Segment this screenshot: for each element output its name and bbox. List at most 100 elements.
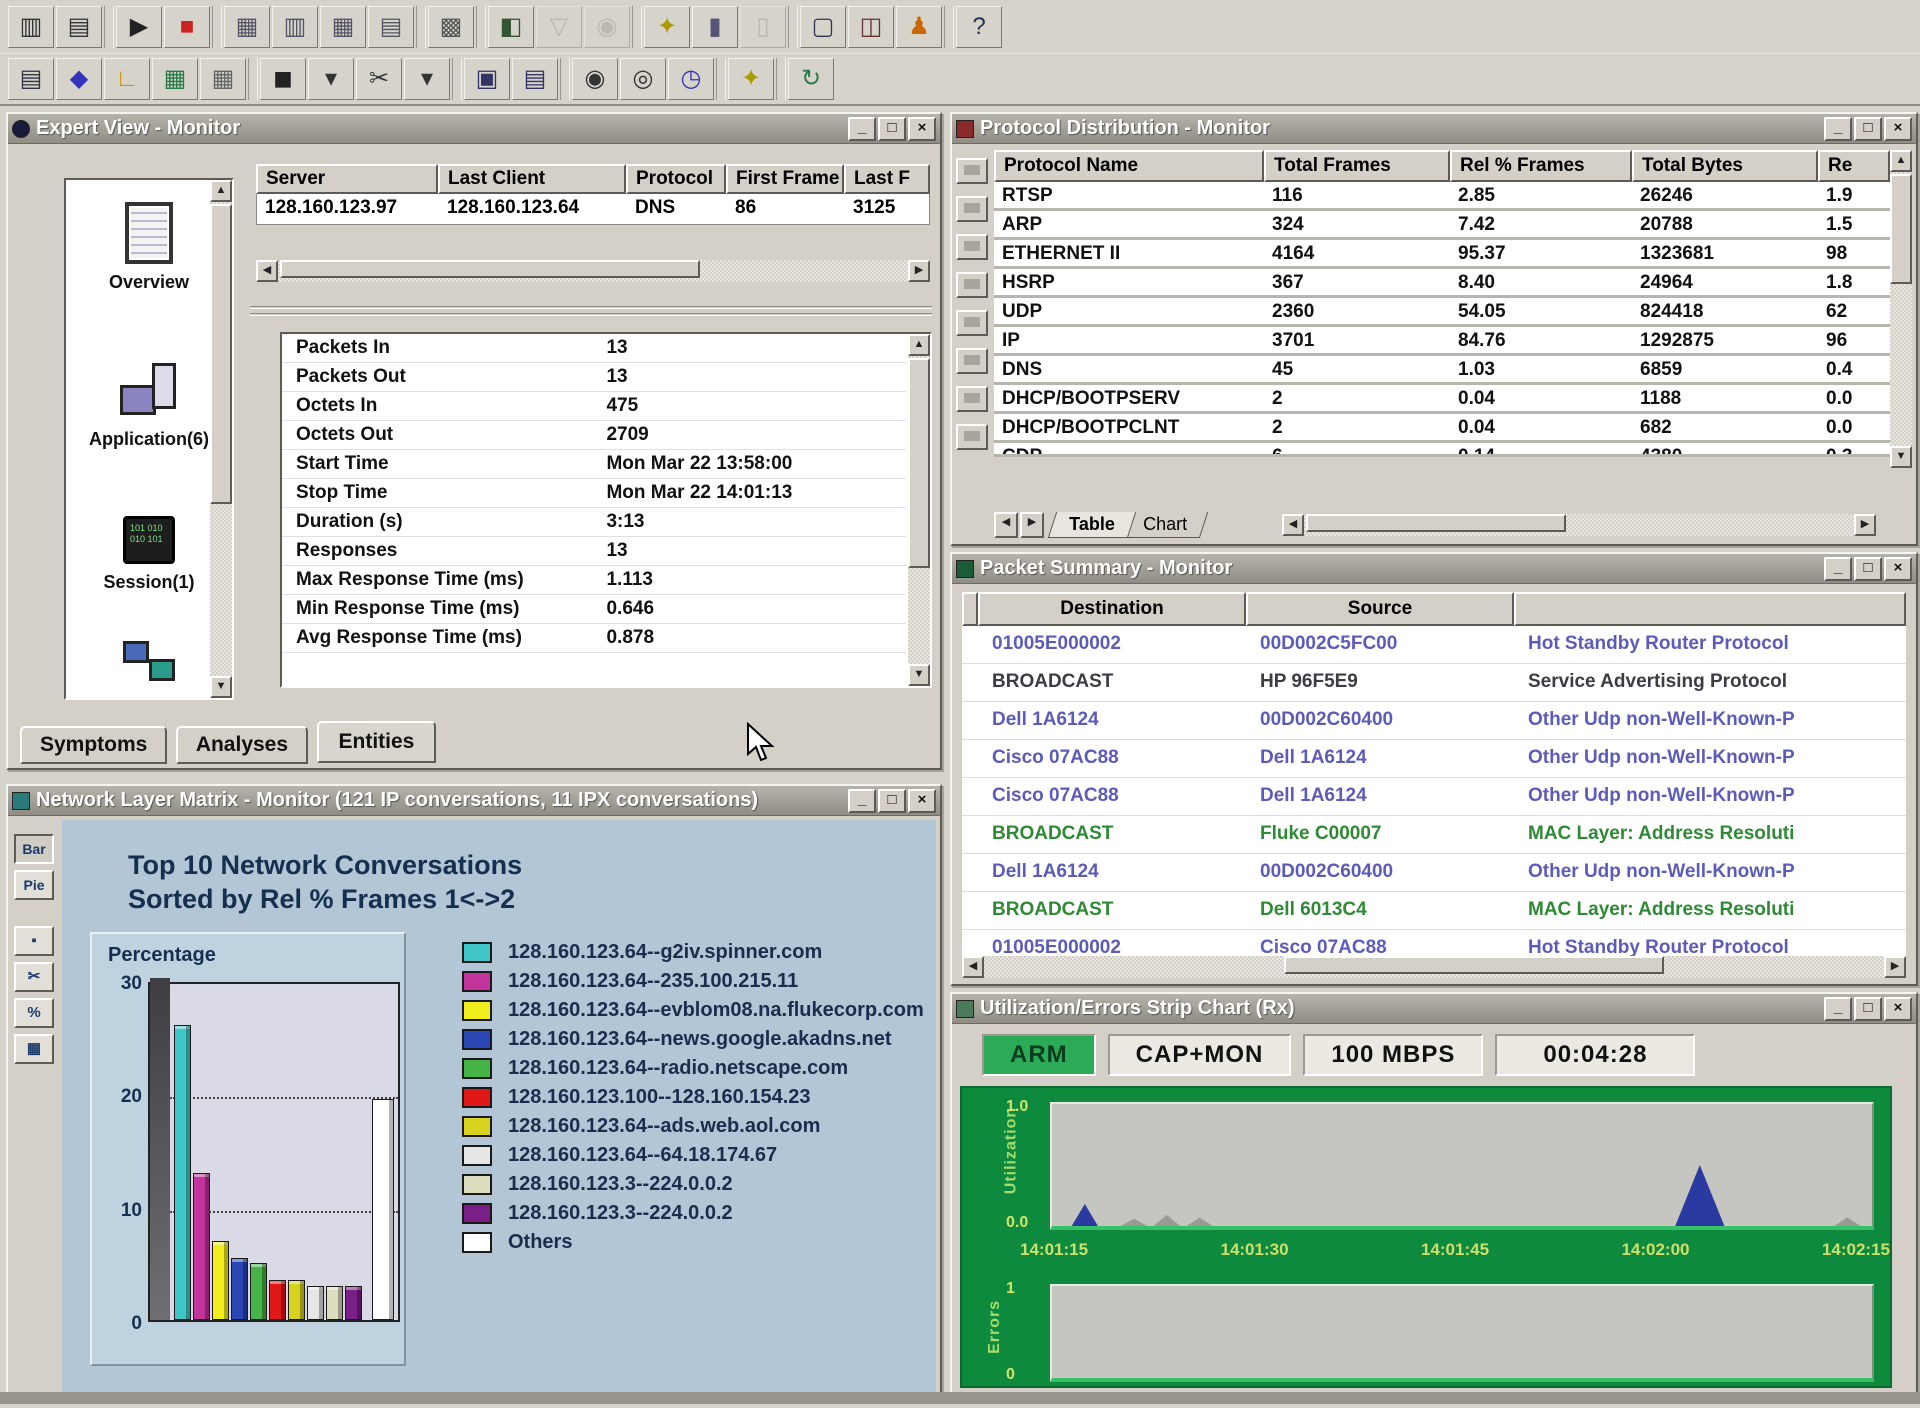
col-destination[interactable]: Destination [978, 592, 1246, 626]
table-row[interactable]: UDP236054.0582441862 [994, 298, 1890, 327]
capture-filter-button[interactable]: ◧ [488, 6, 534, 48]
table-row[interactable]: 128.160.123.97 128.160.123.64 DNS 86 312… [256, 194, 930, 225]
scroll-down-icon[interactable]: ▼ [210, 676, 232, 698]
col-rel-frames[interactable]: Rel % Frames [1450, 150, 1632, 182]
packet-hscroll[interactable]: ◀ ▶ [962, 956, 1906, 978]
module-transmit-button[interactable]: ▦ [320, 6, 366, 48]
network-matrix-titlebar[interactable]: Network Layer Matrix - Monitor (121 IP c… [8, 786, 940, 816]
table-row[interactable]: Cisco 07AC88Dell 1A6124Other Udp non-Wel… [962, 778, 1906, 816]
sort-button[interactable]: % [14, 998, 54, 1028]
bar-chart-button[interactable]: Bar [14, 834, 54, 864]
grid-button[interactable]: ▦ [14, 1034, 54, 1064]
table-row[interactable]: RTSP1162.85262461.9 [994, 182, 1890, 211]
log-button[interactable]: ▤ [8, 58, 54, 100]
layer-filter-button[interactable] [956, 386, 988, 412]
tile-windows-button[interactable]: ▣ [464, 58, 510, 100]
stop-button[interactable]: ■ [164, 6, 210, 48]
maximize-button[interactable]: □ [1854, 117, 1882, 141]
protocol-table-header[interactable]: Protocol Name Total Frames Rel % Frames … [994, 150, 1890, 182]
stat-row[interactable]: Min Response Time (ms)0.646 [282, 595, 906, 624]
key-button[interactable]: ✦ [644, 6, 690, 48]
tab-scroll-left-icon[interactable]: ◀ [994, 512, 1018, 538]
chart-button[interactable]: ◫ [848, 6, 894, 48]
table-row[interactable]: BROADCASTFluke C00007MAC Layer: Address … [962, 816, 1906, 854]
stat-row[interactable]: Responses13 [282, 537, 906, 566]
scroll-left-icon[interactable]: ◀ [256, 260, 278, 282]
start-button[interactable]: ▶ [116, 6, 162, 48]
table-row[interactable]: Dell 1A612400D002C60400Other Udp non-Wel… [962, 702, 1906, 740]
nav-item-session[interactable]: 101 010010 101 Session(1) [66, 516, 232, 593]
print-button[interactable]: ▤ [56, 6, 102, 48]
layer-filter-button[interactable] [956, 196, 988, 222]
col-source[interactable]: Source [1246, 592, 1514, 626]
scroll-up-icon[interactable]: ▲ [908, 334, 930, 356]
pie-chart-button[interactable]: Pie [14, 870, 54, 900]
table-view-button[interactable]: ▦ [152, 58, 198, 100]
nav-item-hosts[interactable] [66, 641, 232, 681]
table-row[interactable]: BROADCASTHP 96F5E9Service Advertising Pr… [962, 664, 1906, 702]
scroll-down-icon[interactable]: ▼ [908, 664, 930, 686]
refresh-button[interactable]: ↻ [788, 58, 834, 100]
scroll-right-icon[interactable]: ▶ [908, 260, 930, 282]
tab-analyses[interactable]: Analyses [176, 726, 308, 764]
new-window-button[interactable]: ▢ [800, 6, 846, 48]
module-remote-button[interactable]: ▤ [368, 6, 414, 48]
chart-axes-button[interactable]: ∟ [104, 58, 150, 100]
stat-row[interactable]: Stop TimeMon Mar 22 14:01:13 [282, 479, 906, 508]
zoom-in-button[interactable]: ◉ [572, 58, 618, 100]
close-button[interactable]: × [1884, 557, 1912, 581]
layer-filter-button[interactable] [956, 424, 988, 450]
window-list-button[interactable]: ▤ [512, 58, 558, 100]
save-button[interactable]: ▥ [8, 6, 54, 48]
scroll-thumb[interactable] [1306, 514, 1566, 532]
tools-button[interactable]: ▯ [740, 6, 786, 48]
packet-table-header[interactable]: Destination Source [962, 592, 1906, 626]
minimize-button[interactable]: _ [1824, 117, 1852, 141]
nav-item-application[interactable]: Application(6) [66, 363, 232, 450]
col-first-frame[interactable]: First Frame [726, 164, 844, 194]
stat-row[interactable]: Start TimeMon Mar 22 13:58:00 [282, 450, 906, 479]
minimize-button[interactable]: _ [1824, 997, 1852, 1021]
table-row[interactable]: Cisco 07AC88Dell 1A6124Other Udp non-Wel… [962, 740, 1906, 778]
col-info[interactable] [1514, 592, 1906, 626]
cut-button[interactable]: ✂ [356, 58, 402, 100]
maximize-button[interactable]: □ [1854, 997, 1882, 1021]
layer-filter-button[interactable] [956, 310, 988, 336]
col-rel-bytes[interactable]: Re [1818, 150, 1890, 182]
col-total-frames[interactable]: Total Frames [1264, 150, 1450, 182]
display-button[interactable]: ◼ [260, 58, 306, 100]
stat-row[interactable]: Octets In475 [282, 392, 906, 421]
scroll-thumb[interactable] [908, 358, 930, 568]
col-protocol[interactable]: Protocol [626, 164, 726, 194]
module-capture-button[interactable]: ▥ [272, 6, 318, 48]
table-row[interactable]: 01005E00000200D002C5FC00Hot Standby Rout… [962, 626, 1906, 664]
grid-view-button[interactable]: ▦ [200, 58, 246, 100]
scroll-up-icon[interactable]: ▲ [210, 180, 232, 202]
table-row[interactable]: DNS451.0368590.4 [994, 356, 1890, 385]
server-table-header[interactable]: Server Last Client Protocol First Frame … [256, 164, 930, 194]
layer-filter-button[interactable] [956, 348, 988, 374]
table-row[interactable]: ETHERNET II416495.37132368198 [994, 240, 1890, 269]
table-row[interactable]: BROADCASTDell 6013C4MAC Layer: Address R… [962, 892, 1906, 930]
expert-view-titlebar[interactable]: Expert View - Monitor _ □ × [8, 114, 940, 144]
user-button[interactable]: ♟ [896, 6, 942, 48]
col-server[interactable]: Server [256, 164, 438, 194]
web-button[interactable]: ◉ [584, 6, 630, 48]
cut-menu-button[interactable]: ▾ [404, 58, 450, 100]
maximize-button[interactable]: □ [1854, 557, 1882, 581]
key2-button[interactable]: ✦ [728, 58, 774, 100]
col-protocol-name[interactable]: Protocol Name [994, 150, 1264, 182]
stat-row[interactable]: Packets Out13 [282, 363, 906, 392]
minimize-button[interactable]: _ [848, 789, 876, 813]
display-filter-button[interactable]: ▽ [536, 6, 582, 48]
splitter[interactable] [250, 313, 932, 316]
cut-button[interactable]: ✂ [14, 962, 54, 992]
zoom-button[interactable]: ▪ [14, 926, 54, 956]
scroll-right-icon[interactable]: ▶ [1884, 956, 1906, 978]
splitter[interactable] [250, 306, 932, 309]
protocol-hscroll[interactable]: ◀ ▶ [1282, 514, 1876, 536]
scroll-right-icon[interactable]: ▶ [1854, 514, 1876, 536]
nav-scrollbar[interactable]: ▲ ▼ [210, 180, 232, 698]
protocol-scrollbar[interactable]: ▲ ▼ [1890, 150, 1912, 468]
scroll-down-icon[interactable]: ▼ [1890, 446, 1912, 468]
